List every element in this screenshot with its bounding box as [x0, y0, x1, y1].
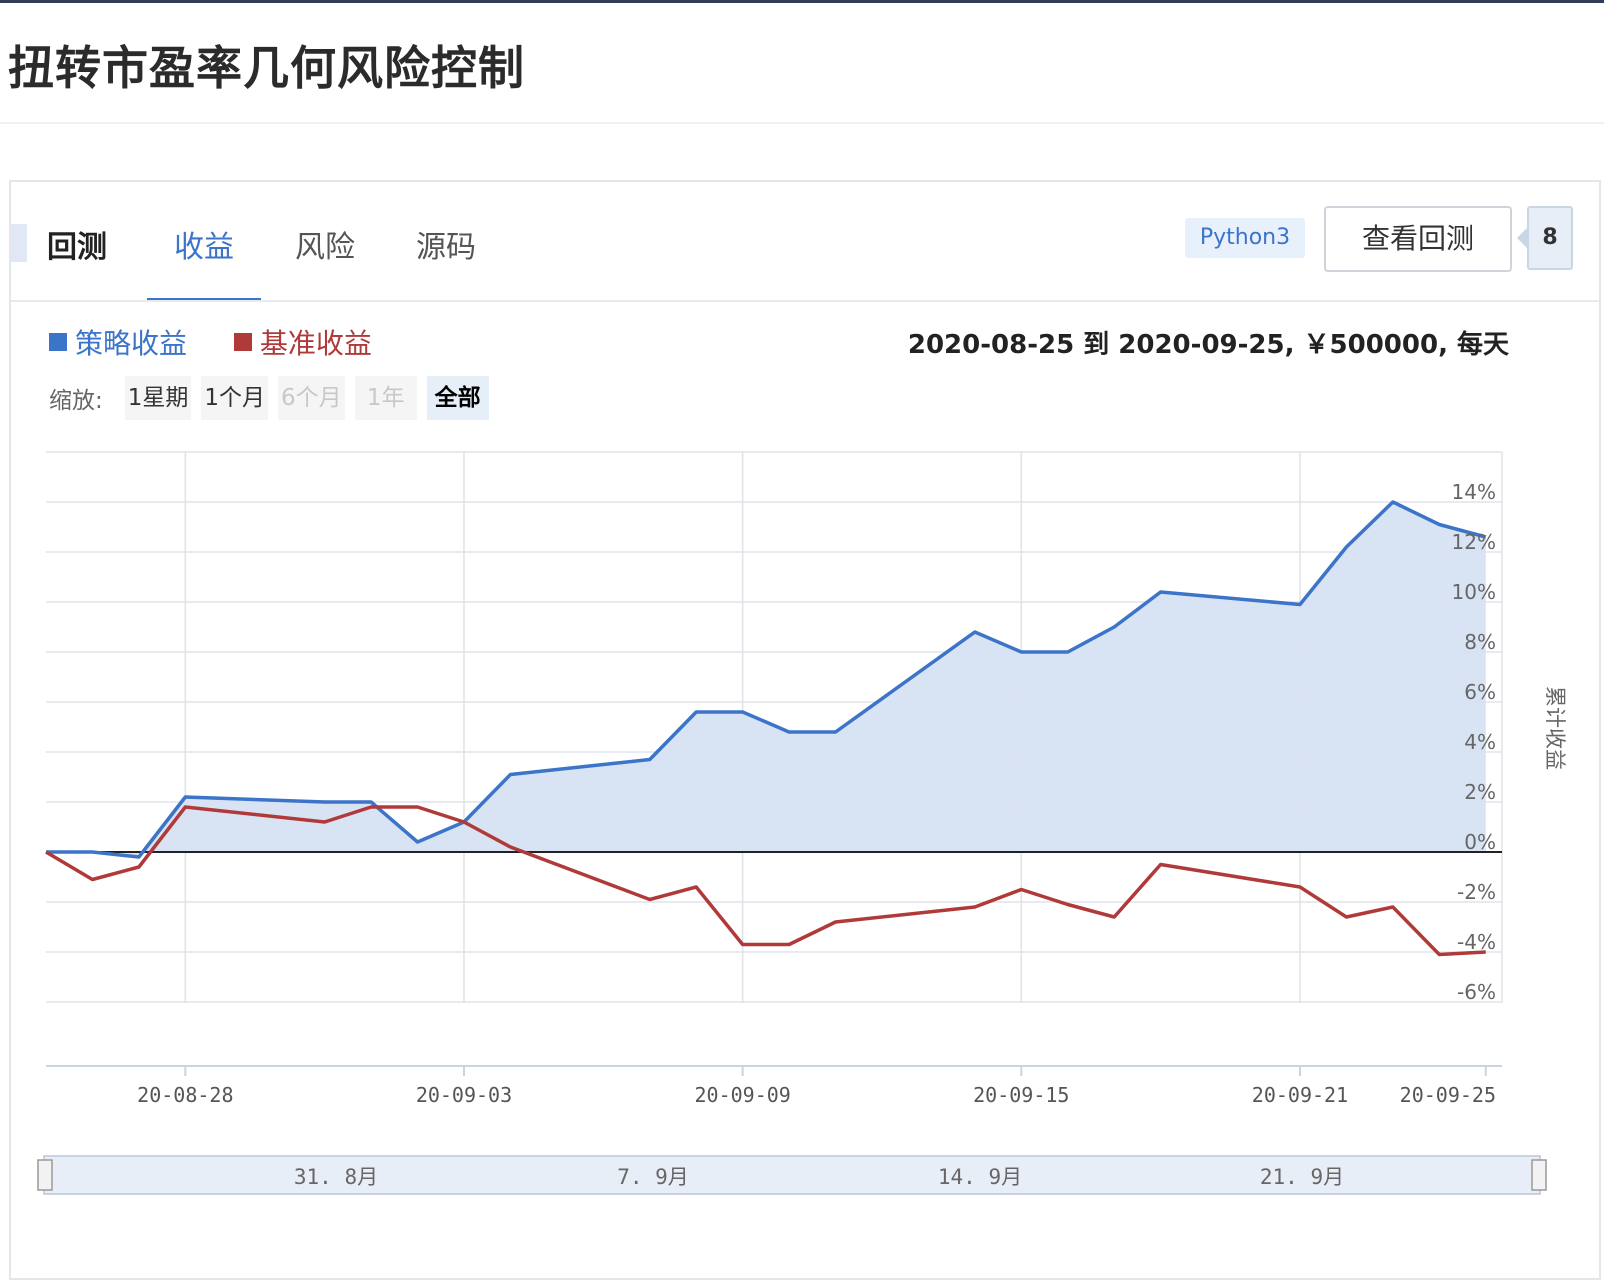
y-tick-label: 4% [1464, 730, 1496, 754]
y-tick-label: 12% [1452, 530, 1496, 554]
x-tick-label: 20-09-15 [973, 1083, 1069, 1107]
navigator-label: 31. 8月 [294, 1165, 378, 1189]
navigator-left-handle[interactable] [37, 1159, 53, 1191]
cumulative-return-chart: 14% 12% 10% 8% 6% 4% 2% 0% -2% -4% -6% 累计收益 20-08-… [37, 451, 1567, 1195]
y-tick-label: 6% [1464, 680, 1496, 704]
x-tick-label: 20-09-09 [694, 1083, 790, 1107]
x-tick-label: 20-08-28 [137, 1083, 233, 1107]
navigator-label: 7. 9月 [617, 1165, 689, 1189]
y-tick-label: 2% [1464, 780, 1496, 804]
x-axis-ticks: 20-08-28 20-09-03 20-09-09 20-09-15 20-09-21… [46, 1065, 1502, 1107]
strategy-area-fill [46, 502, 1486, 857]
navigator-label: 14. 9月 [938, 1165, 1022, 1189]
range-navigator: 31. 8月 7. 9月 14. 9月 21. 9月 [37, 1155, 1547, 1195]
y-tick-label: -2% [1457, 880, 1496, 904]
x-tick-label: 20-09-21 [1252, 1083, 1348, 1107]
y-axis-label: 累计收益 [1543, 686, 1567, 770]
y-tick-label: 14% [1452, 480, 1496, 504]
navigator-right-handle[interactable] [1531, 1159, 1547, 1191]
x-tick-label: 20-09-03 [416, 1083, 512, 1107]
navigator-label: 21. 9月 [1260, 1165, 1344, 1189]
y-tick-label: -4% [1457, 930, 1496, 954]
y-tick-label: 8% [1464, 630, 1496, 654]
y-tick-label: -6% [1457, 980, 1496, 1004]
x-tick-label: 20-09-25 [1400, 1083, 1496, 1107]
y-tick-label: 0% [1464, 830, 1496, 854]
y-tick-label: 10% [1452, 580, 1496, 604]
